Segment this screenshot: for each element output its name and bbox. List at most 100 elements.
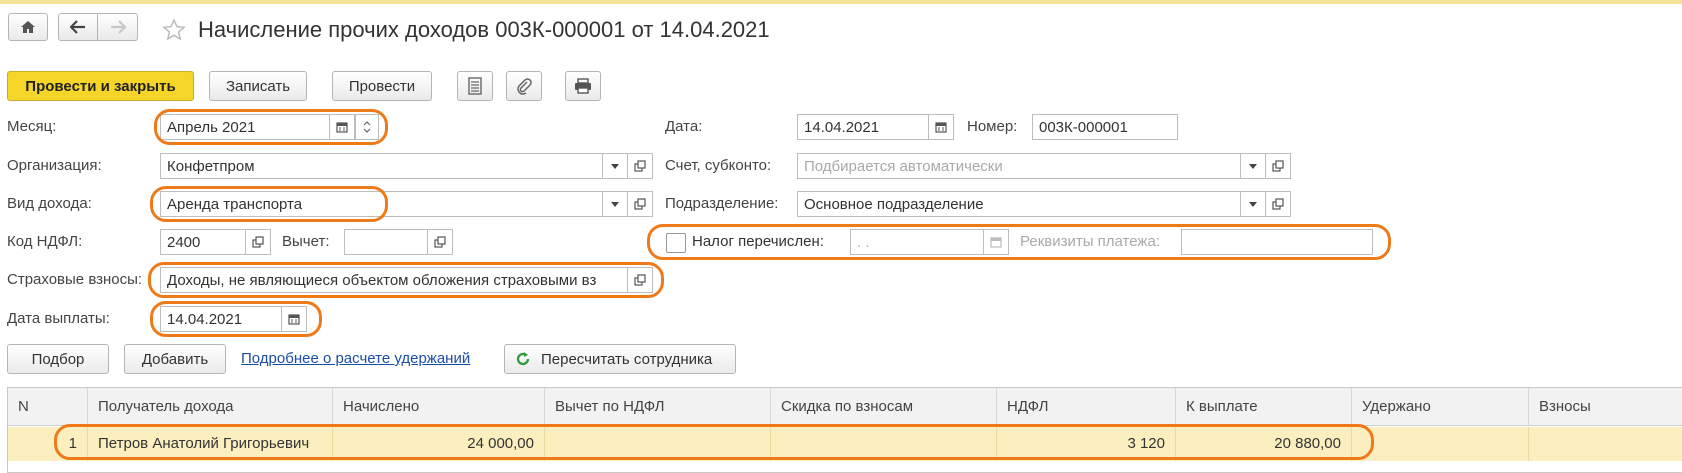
- details-link[interactable]: Подробнее о расчете удержаний: [241, 347, 470, 371]
- month-stepper[interactable]: [355, 114, 379, 140]
- post-button[interactable]: Провести: [332, 71, 432, 101]
- attach-button[interactable]: [506, 71, 542, 101]
- col-contributions[interactable]: Взносы: [1529, 388, 1682, 426]
- add-button[interactable]: Добавить: [124, 344, 226, 374]
- stepper-icon: [363, 121, 371, 133]
- open-link-icon: [1272, 160, 1284, 172]
- pay-date-calendar-button[interactable]: [281, 306, 307, 332]
- employees-table: N Получатель дохода Начислено Вычет по Н…: [7, 387, 1682, 473]
- chevron-down-icon: [1249, 163, 1257, 169]
- tax-paid-label: Налог перечислен:: [692, 233, 824, 250]
- open-link-icon: [634, 160, 646, 172]
- calendar-icon: [288, 314, 300, 325]
- col-accrued[interactable]: Начислено: [333, 388, 545, 426]
- deduction-field[interactable]: [344, 229, 428, 255]
- recalculate-label: Пересчитать сотрудника: [541, 350, 713, 368]
- home-icon: [21, 21, 35, 33]
- col-ndfl[interactable]: НДФЛ: [997, 388, 1176, 426]
- payment-details-field[interactable]: [1181, 229, 1373, 255]
- date-field[interactable]: 14.04.2021: [797, 114, 929, 140]
- col-recipient[interactable]: Получатель дохода: [88, 388, 333, 426]
- pick-button[interactable]: Подбор: [7, 344, 109, 374]
- cell-ndfl-deduction: [545, 427, 771, 461]
- open-link-icon: [434, 236, 446, 248]
- insurance-label: Страховые взносы:: [7, 271, 143, 288]
- month-calendar-button[interactable]: [329, 114, 355, 140]
- account-label: Счет, субконто:: [665, 157, 772, 174]
- arrow-right-icon: [110, 20, 126, 34]
- account-field[interactable]: Подбирается автоматически: [797, 153, 1241, 179]
- month-field[interactable]: Апрель 2021: [160, 114, 330, 140]
- arrow-left-icon: [70, 20, 85, 34]
- open-link-icon: [252, 236, 264, 248]
- col-n[interactable]: N: [8, 388, 88, 426]
- department-field[interactable]: Основное подразделение: [797, 191, 1241, 217]
- cell-withheld: [1352, 427, 1529, 461]
- col-contrib-discount[interactable]: Скидка по взносам: [771, 388, 997, 426]
- back-button[interactable]: [58, 13, 98, 41]
- ndfl-code-label: Код НДФЛ:: [7, 233, 83, 250]
- col-withheld[interactable]: Удержано: [1352, 388, 1529, 426]
- department-dropdown[interactable]: [1240, 191, 1266, 217]
- col-to-pay[interactable]: К выплате: [1176, 388, 1352, 426]
- organization-open-button[interactable]: [627, 153, 653, 179]
- income-type-open-button[interactable]: [627, 191, 653, 217]
- month-label: Месяц:: [7, 118, 57, 135]
- cell-accrued: 24 000,00: [333, 427, 545, 461]
- pay-date-field[interactable]: 14.04.2021: [160, 306, 282, 332]
- top-accent-bar: [0, 0, 1682, 4]
- income-type-field[interactable]: Аренда транспорта: [160, 191, 603, 217]
- tax-paid-date-field[interactable]: . .: [850, 229, 984, 255]
- organization-label: Организация:: [7, 157, 102, 174]
- cell-recipient: Петров Анатолий Григорьевич: [88, 427, 333, 461]
- forward-button[interactable]: [98, 13, 138, 41]
- printer-icon: [575, 78, 591, 94]
- account-open-button[interactable]: [1265, 153, 1291, 179]
- pay-date-label: Дата выплаты:: [7, 310, 110, 327]
- date-calendar-button[interactable]: [928, 114, 954, 140]
- col-ndfl-deduction[interactable]: Вычет по НДФЛ: [545, 388, 771, 426]
- tax-paid-checkbox[interactable]: [666, 233, 686, 253]
- tax-paid-calendar-button[interactable]: [983, 229, 1009, 255]
- calendar-icon: [935, 122, 947, 133]
- insurance-field[interactable]: Доходы, не являющиеся объектом обложения…: [160, 267, 628, 293]
- table-row[interactable]: 1 Петров Анатолий Григорьевич 24 000,00 …: [8, 427, 1682, 461]
- document-list-button[interactable]: [457, 71, 493, 101]
- cell-contributions: [1529, 427, 1682, 461]
- print-button[interactable]: [565, 71, 601, 101]
- account-dropdown[interactable]: [1240, 153, 1266, 179]
- save-button[interactable]: Записать: [209, 71, 307, 101]
- cell-ndfl: 3 120: [997, 427, 1176, 461]
- ndfl-code-open-button[interactable]: [245, 229, 271, 255]
- insurance-open-button[interactable]: [627, 267, 653, 293]
- home-button[interactable]: [8, 13, 48, 41]
- cell-contrib-discount: [771, 427, 997, 461]
- payment-details-label: Реквизиты платежа:: [1020, 233, 1160, 250]
- table-header: N Получатель дохода Начислено Вычет по Н…: [8, 388, 1682, 426]
- deduction-label: Вычет:: [282, 233, 330, 250]
- post-and-close-button[interactable]: Провести и закрыть: [7, 71, 194, 101]
- calendar-icon: [990, 237, 1002, 248]
- open-link-icon: [1272, 198, 1284, 210]
- deduction-open-button[interactable]: [427, 229, 453, 255]
- date-label: Дата:: [665, 118, 703, 135]
- favorite-button[interactable]: [162, 18, 186, 46]
- department-open-button[interactable]: [1265, 191, 1291, 217]
- number-field[interactable]: 003К-000001: [1032, 114, 1178, 140]
- star-icon: [162, 18, 186, 41]
- income-type-label: Вид дохода:: [7, 195, 92, 212]
- document-list-icon: [468, 77, 482, 95]
- paperclip-icon: [517, 78, 532, 95]
- open-link-icon: [634, 198, 646, 210]
- calendar-icon: [336, 122, 348, 133]
- department-label: Подразделение:: [665, 195, 779, 212]
- organization-dropdown[interactable]: [602, 153, 628, 179]
- chevron-down-icon: [611, 201, 619, 207]
- cell-n: 1: [8, 427, 88, 461]
- ndfl-code-field[interactable]: 2400: [160, 229, 246, 255]
- recalculate-button[interactable]: Пересчитать сотрудника: [504, 344, 736, 374]
- income-type-dropdown[interactable]: [602, 191, 628, 217]
- number-label: Номер:: [967, 118, 1018, 135]
- organization-field[interactable]: Конфетпром: [160, 153, 603, 179]
- refresh-icon: [516, 352, 530, 366]
